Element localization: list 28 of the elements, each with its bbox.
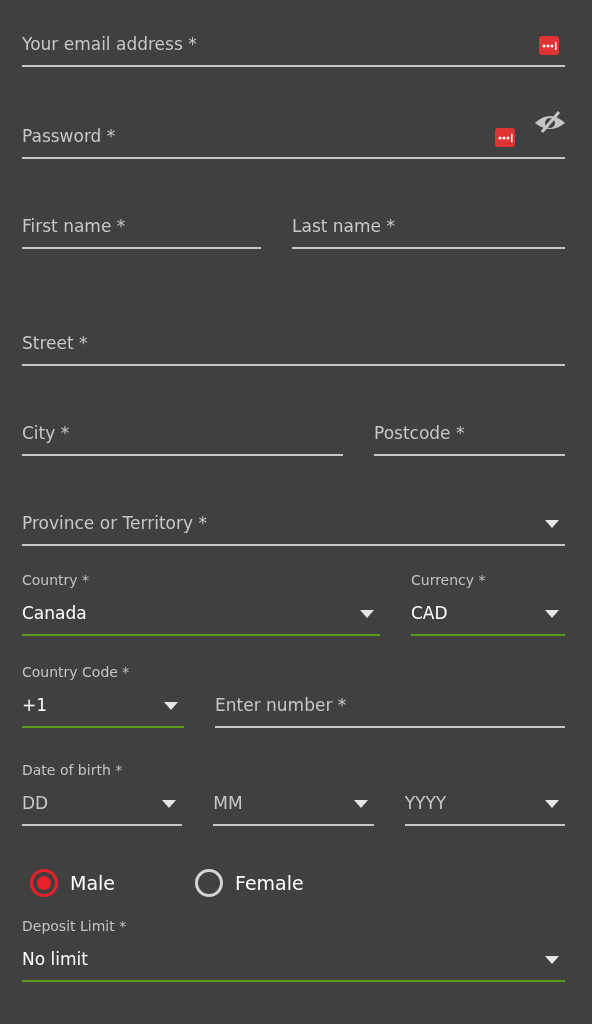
radio-option[interactable]: Male (30, 866, 115, 900)
caret-icon (353, 800, 368, 808)
dropdown-field[interactable]: Canada (22, 592, 380, 636)
caret-icon (162, 800, 177, 808)
caret-icon (545, 800, 559, 808)
caret-icon (164, 702, 178, 710)
autofill-icon[interactable] (539, 36, 559, 55)
input-field[interactable]: First name * (22, 205, 261, 249)
field-label: Deposit Limit * (22, 917, 128, 936)
caret-icon (360, 610, 374, 618)
eye-off-icon[interactable] (533, 109, 567, 135)
radio-button[interactable] (30, 869, 58, 897)
radio-option[interactable]: Female (195, 866, 304, 900)
input-field[interactable]: Postcode * (374, 412, 565, 456)
field-label: Date of birth * (22, 761, 124, 780)
field-label: Country Code * (22, 663, 131, 682)
input-field[interactable]: Enter number * (215, 684, 565, 728)
input-field[interactable]: Street * (22, 322, 565, 366)
input-field[interactable]: City * (22, 412, 343, 456)
caret-icon (545, 956, 559, 964)
caret-icon (545, 520, 559, 528)
caret-icon (545, 610, 559, 618)
dropdown-field[interactable]: Province or Territory * (22, 502, 565, 546)
field-label: Currency * (411, 571, 487, 590)
field-label: Country * (22, 571, 91, 590)
autofill-icon[interactable] (495, 128, 515, 147)
dropdown-field[interactable]: No limit (22, 938, 565, 982)
input-field[interactable]: Last name * (292, 205, 565, 249)
